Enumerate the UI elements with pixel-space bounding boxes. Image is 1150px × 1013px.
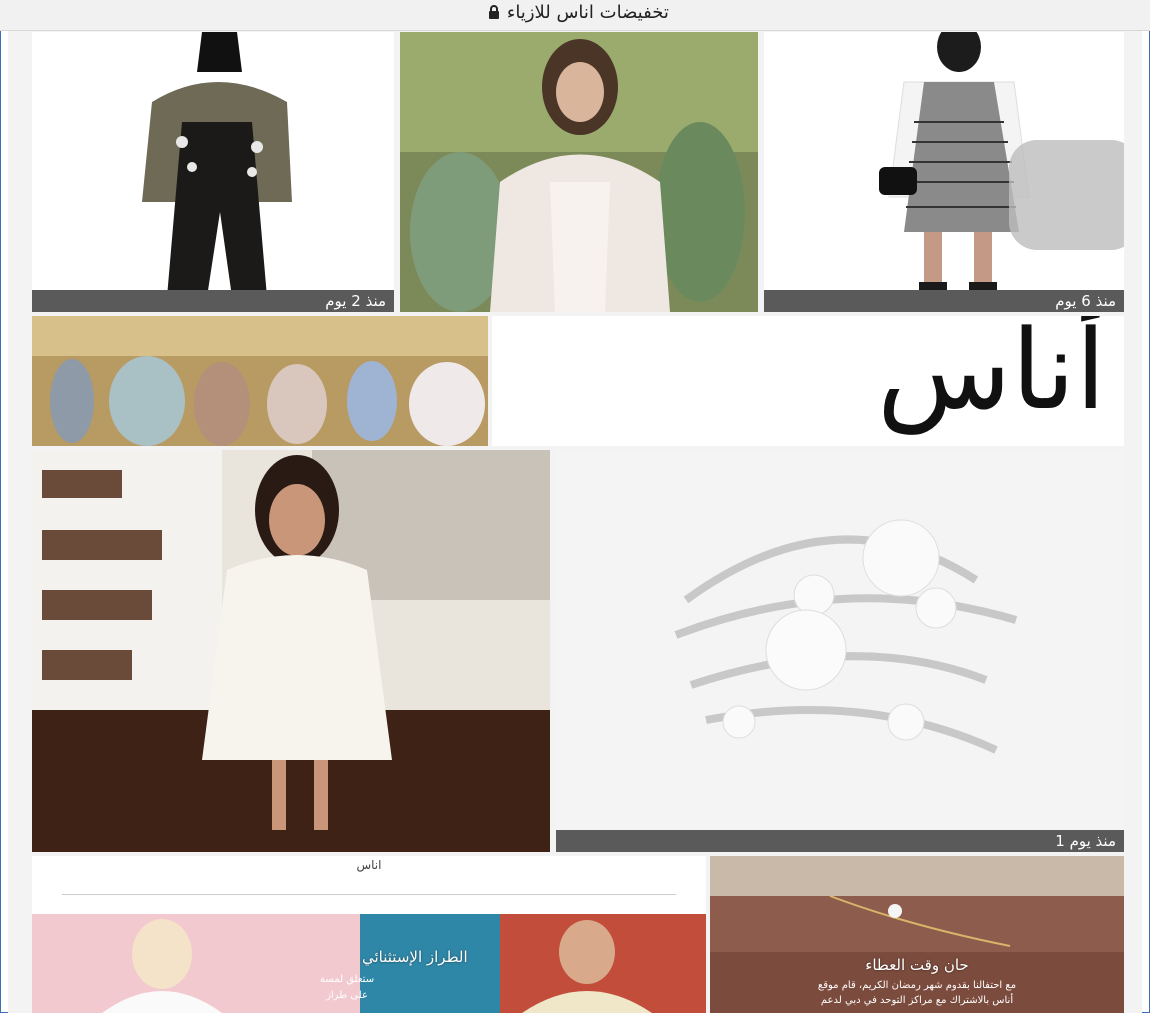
white-dress-photo bbox=[32, 450, 550, 852]
blouse-photo bbox=[400, 32, 758, 312]
mini-site-nav bbox=[62, 894, 676, 895]
dress-photo bbox=[764, 32, 1124, 312]
post-age-caption: منذ 2 يوم bbox=[32, 290, 394, 312]
brand-logo-tile[interactable]: أناس bbox=[492, 316, 1124, 446]
fashion-tile-blouse[interactable] bbox=[400, 32, 758, 312]
brand-logo-text: أناس bbox=[877, 316, 1106, 434]
promo-line1: مع احتفالنا بقدوم شهر رمضان الكريم، قام … bbox=[817, 980, 1017, 991]
title-bar: تخفيضات اناس للازياء bbox=[0, 0, 1150, 31]
post-age-caption: منذ 6 يوم bbox=[764, 290, 1124, 312]
promo-title: حان وقت العطاء bbox=[865, 956, 969, 974]
page-title-text: تخفيضات اناس للازياء bbox=[506, 2, 669, 23]
ring-photo bbox=[556, 450, 1124, 852]
mini-site-promo-line2: على طراز bbox=[326, 990, 368, 1001]
website-preview-tile[interactable]: اناس الطراز الإستثنائي ستعلق لمسة على طر… bbox=[32, 856, 706, 1013]
promo-tile-giving[interactable]: حان وقت العطاء مع احتفالنا بقدوم شهر رمض… bbox=[710, 856, 1124, 1013]
runway-photo bbox=[32, 316, 488, 446]
post-age-caption: منذ يوم 1 bbox=[556, 830, 1124, 852]
overalls-photo bbox=[32, 32, 394, 312]
fashion-tile-dress[interactable]: منذ 6 يوم bbox=[764, 32, 1124, 312]
fashion-tile-white-dress[interactable] bbox=[32, 450, 550, 852]
fashion-tile-runway[interactable] bbox=[32, 316, 488, 446]
mini-site-promo-line1: ستعلق لمسة bbox=[319, 974, 375, 985]
mini-site-promo-title: الطراز الإستثنائي bbox=[362, 948, 468, 966]
lock-icon bbox=[487, 3, 501, 24]
promo-line2: أناس بالاشتراك مع مراكز التوحد في دبي لد… bbox=[820, 995, 1014, 1006]
jewelry-tile-ring[interactable]: منذ يوم 1 bbox=[556, 450, 1124, 852]
mini-site-header: اناس bbox=[32, 856, 706, 914]
fashion-tile-overalls[interactable]: منذ 2 يوم bbox=[32, 32, 394, 312]
mini-site-brand: اناس bbox=[356, 858, 382, 872]
page-title: تخفيضات اناس للازياء bbox=[0, 2, 1150, 24]
